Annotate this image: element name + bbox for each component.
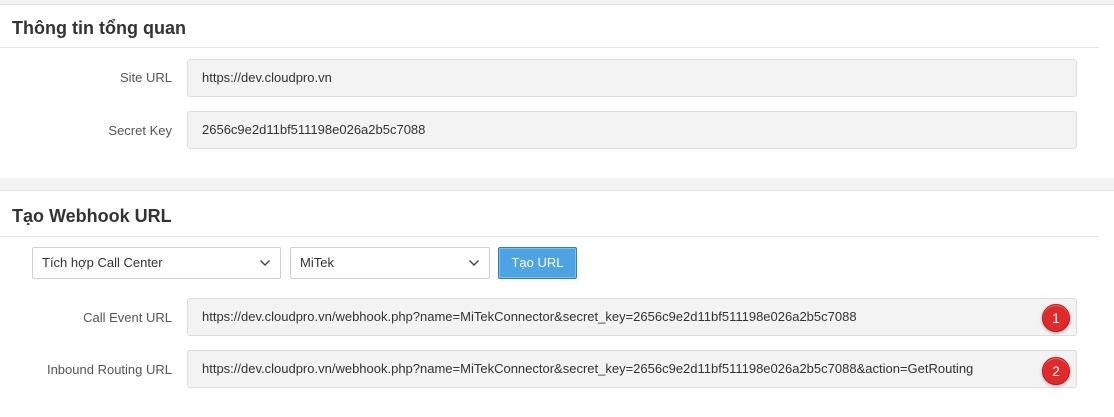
inbound-routing-url-field[interactable]: https://dev.cloudpro.vn/webhook.php?name… [187,350,1077,388]
site-url-label: Site URL [119,70,172,85]
webhook-title: Tạo Webhook URL [12,206,172,226]
secret-key-label: Secret Key [108,123,172,138]
badge-2: 2 [1042,357,1070,385]
chevron-down-icon [468,248,480,278]
inbound-routing-url-label: Inbound Routing URL [46,362,172,377]
webhook-divider [0,236,1099,237]
integration-select[interactable]: Tích hợp Call Center [32,247,281,279]
webhook-panel: Tạo Webhook URL Tích hợp Call Center MiT… [0,190,1114,417]
call-event-url-label: Call Event URL [83,310,172,325]
provider-select-value: MiTek [300,255,334,270]
integration-select-value: Tích hợp Call Center [42,255,163,270]
chevron-down-icon [259,248,271,278]
site-url-field[interactable]: https://dev.cloudpro.vn [187,59,1077,97]
overview-panel: Thông tin tổng quan Site URL https://dev… [0,4,1114,178]
call-event-url-field[interactable]: https://dev.cloudpro.vn/webhook.php?name… [187,298,1077,336]
badge-1: 1 [1042,304,1070,332]
provider-select[interactable]: MiTek [290,247,490,279]
create-url-button[interactable]: Tạo URL [498,247,577,279]
overview-title: Thông tin tổng quan [12,18,186,38]
secret-key-field[interactable]: 2656c9e2d11bf511198e026a2b5c7088 [187,111,1077,149]
overview-divider [0,47,1099,48]
